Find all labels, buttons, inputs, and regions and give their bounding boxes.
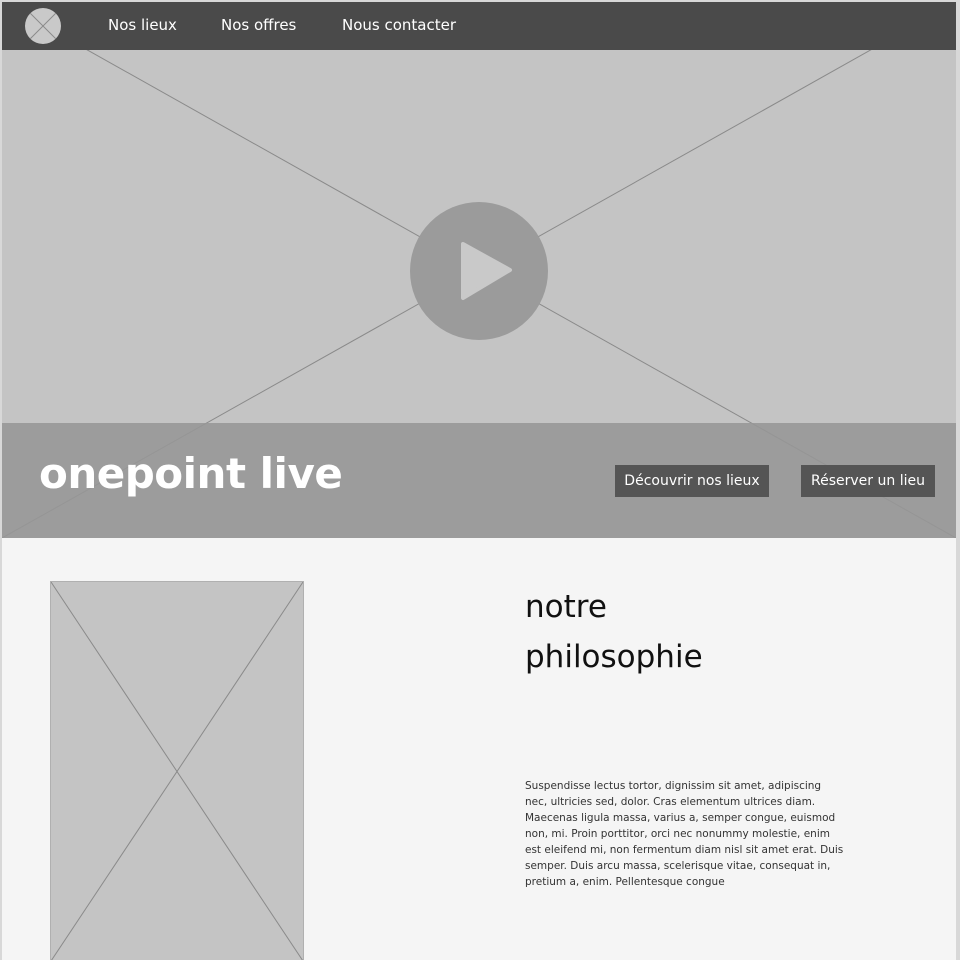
play-button[interactable] <box>410 202 548 340</box>
discover-places-button[interactable]: Découvrir nos lieux <box>615 465 769 497</box>
landing-page: Nos lieux Nos offres Nous contacter onep… <box>2 2 956 960</box>
hero-title-bar: onepoint live Découvrir nos lieux Réserv… <box>2 423 956 538</box>
brand-title: onepoint live <box>39 449 343 498</box>
top-navbar: Nos lieux Nos offres Nous contacter <box>2 2 956 50</box>
logo-placeholder-icon[interactable] <box>25 8 61 44</box>
philosophy-text: Suspendisse lectus tortor, dignissim sit… <box>525 780 844 888</box>
nav-link-offres[interactable]: Nos offres <box>221 16 296 34</box>
image-placeholder-cross <box>51 582 303 960</box>
nav-link-lieux[interactable]: Nos lieux <box>108 16 177 34</box>
philosophy-title: notre philosophie <box>525 589 703 675</box>
nav-link-contact[interactable]: Nous contacter <box>342 16 456 34</box>
play-icon <box>461 242 512 300</box>
book-place-button[interactable]: Réserver un lieu <box>801 465 935 497</box>
philosophy-image-placeholder <box>50 581 304 960</box>
